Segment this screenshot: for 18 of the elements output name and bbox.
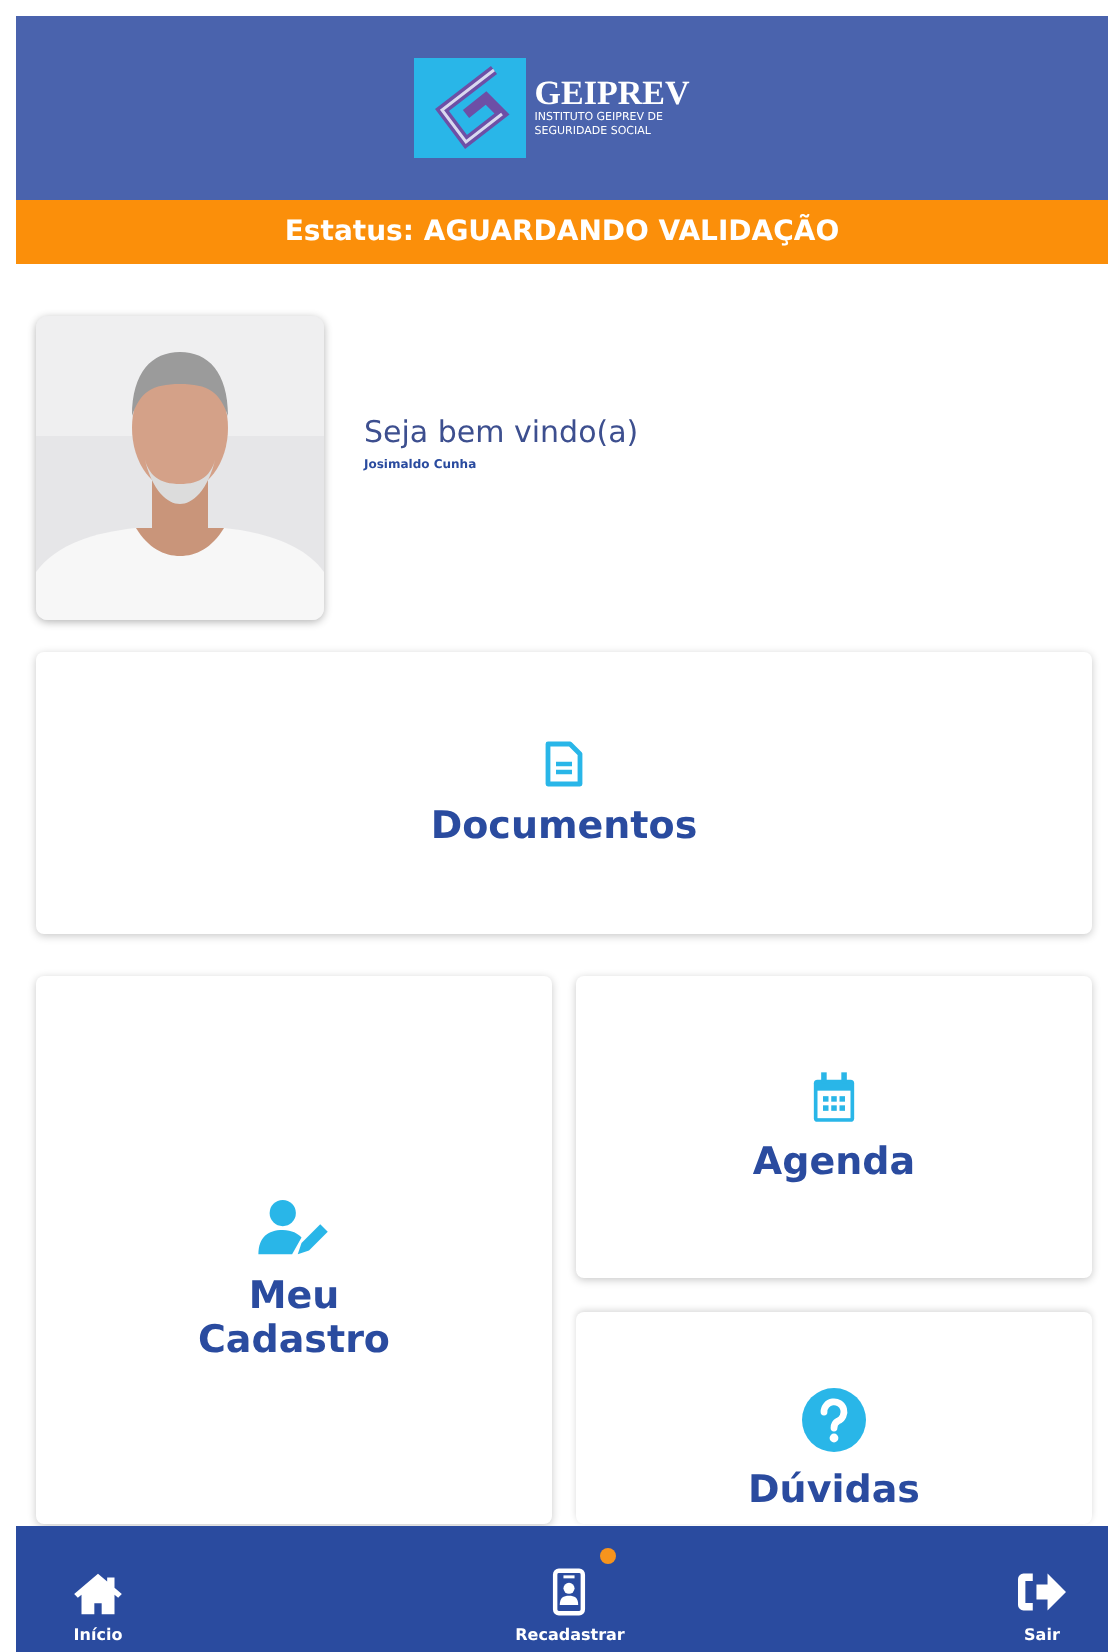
menu-card[interactable]: Dúvidas <box>576 1312 1092 1524</box>
menu-card[interactable]: Meu Cadastro <box>36 976 552 1524</box>
id-card-icon <box>552 1568 587 1616</box>
exit-icon <box>1015 1568 1068 1616</box>
nav-button[interactable]: Recadastrar <box>515 1526 625 1652</box>
greeting-text: Seja bem vindo(a) <box>364 413 639 449</box>
nav-button[interactable]: Sair <box>1015 1526 1068 1652</box>
menu-card[interactable]: Documentos <box>36 652 1092 934</box>
nav-button[interactable]: Início <box>72 1526 124 1652</box>
logo-wordmark: GEIPREV <box>534 76 690 112</box>
menu-card[interactable]: Agenda <box>576 976 1092 1278</box>
logo-icon <box>414 58 527 158</box>
document-icon <box>544 739 584 787</box>
calendar-icon <box>812 1071 856 1123</box>
help-icon <box>802 1388 866 1452</box>
user-edit-icon <box>256 1198 332 1258</box>
status-banner: Estatus: AGUARDANDO VALIDAÇÃO <box>16 200 1108 264</box>
home-icon <box>72 1572 124 1616</box>
